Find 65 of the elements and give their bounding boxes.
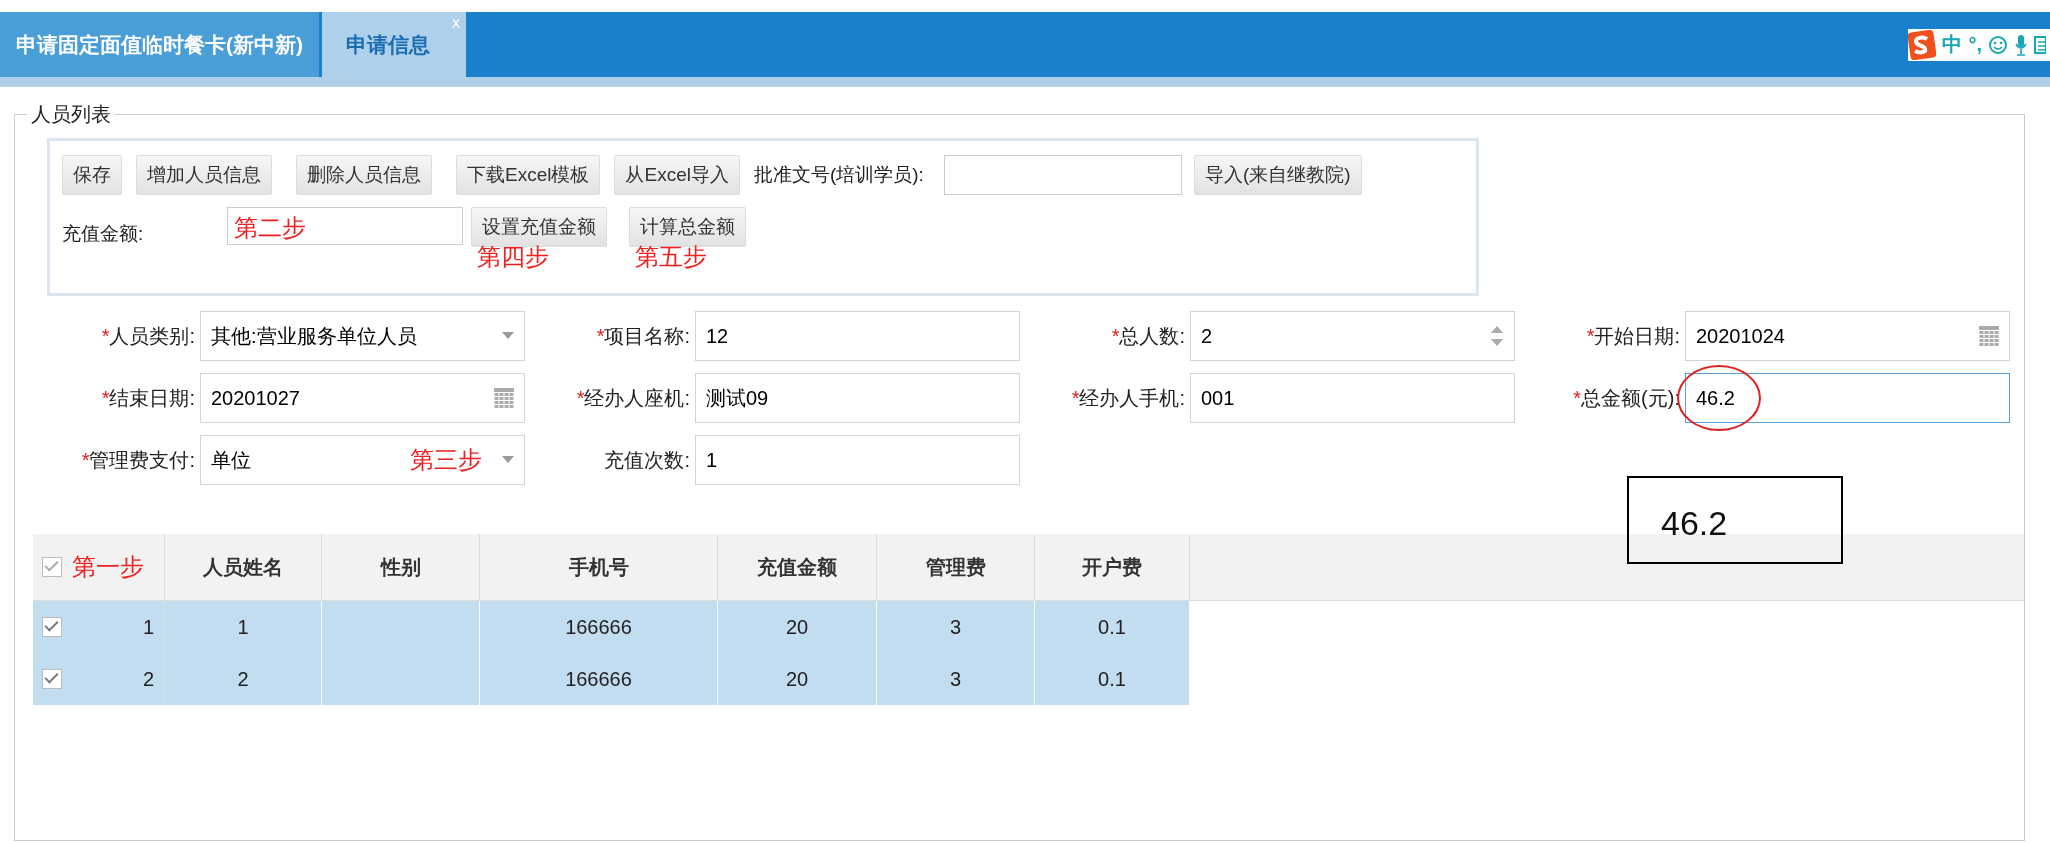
number-field[interactable]: 2 xyxy=(1190,311,1515,361)
table-cell: 166666 xyxy=(480,653,718,705)
value-callout: 46.2 xyxy=(1627,476,1843,564)
column-header[interactable]: 开户费 xyxy=(1035,534,1190,600)
calendar-icon xyxy=(494,388,514,408)
field-label: *总人数: xyxy=(1110,323,1185,349)
input-field[interactable]: 001 xyxy=(1190,373,1515,423)
table-cell: 166666 xyxy=(480,601,718,653)
column-header[interactable]: 充值金额 xyxy=(718,534,877,600)
field-label: *结束日期: xyxy=(100,385,195,411)
panel-legend: 人员列表 xyxy=(27,101,115,128)
table-cell: 0.1 xyxy=(1035,601,1190,653)
input-field[interactable]: 测试09 xyxy=(695,373,1020,423)
table-cell: 0.1 xyxy=(1035,653,1190,705)
row-checkbox[interactable] xyxy=(41,617,62,637)
field-label: *项目名称: xyxy=(595,323,690,349)
row-number: 1 xyxy=(70,601,165,653)
step-note: 第一步 xyxy=(72,552,144,582)
field-label: *管理费支付: xyxy=(80,447,195,473)
input-field[interactable]: 12 xyxy=(695,311,1020,361)
input-field[interactable]: 46.2 xyxy=(1685,373,2010,423)
microphone-icon[interactable] xyxy=(2014,33,2028,56)
dropdown-field[interactable]: 单位 第三步 xyxy=(200,435,525,485)
calendar-icon xyxy=(1979,326,1999,346)
field-label: *开始日期: xyxy=(1585,323,1680,349)
select-all-checkbox[interactable] xyxy=(41,557,62,577)
toolbar-button[interactable]: 从Excel导入 xyxy=(614,155,740,195)
toolbar-button[interactable]: 保存 xyxy=(62,155,122,195)
table-cell: 2 xyxy=(165,653,322,705)
caret-icon xyxy=(502,456,514,464)
row-checkbox[interactable] xyxy=(41,669,62,689)
toolbar-button[interactable]: 删除人员信息 xyxy=(296,155,432,195)
amount-field[interactable]: 第二步 xyxy=(227,207,463,245)
step-note: 第三步 xyxy=(410,445,482,475)
toolbar-button[interactable]: 下载Excel模板 xyxy=(456,155,601,195)
caret-icon xyxy=(502,332,514,340)
table-cell: 3 xyxy=(877,653,1035,705)
keyboard-icon[interactable] xyxy=(2034,35,2046,54)
date-field[interactable]: 20201027 xyxy=(200,373,525,423)
input-field[interactable]: 1 xyxy=(695,435,1020,485)
field-label: *总金额(元): xyxy=(1572,385,1680,411)
field-label: *经办人座机: xyxy=(575,385,690,411)
field-label: 充值次数: xyxy=(603,447,690,473)
column-header[interactable]: 手机号 xyxy=(480,534,718,600)
field-label: *人员类别: xyxy=(100,323,195,349)
table-cell: 1 xyxy=(165,601,322,653)
dropdown-field[interactable]: 其他:营业服务单位人员 xyxy=(200,311,525,361)
spinner-arrows-icon[interactable] xyxy=(1490,324,1504,348)
approval-field[interactable] xyxy=(943,155,1182,195)
smiley-icon[interactable] xyxy=(1988,34,2008,55)
import-button[interactable]: 导入(来自继教院) xyxy=(1193,155,1362,195)
column-header[interactable]: 管理费 xyxy=(877,534,1035,600)
approval-label: 批准文号(培训学员): xyxy=(753,163,924,187)
table-cell: 3 xyxy=(877,601,1035,653)
column-header[interactable]: 人员姓名 xyxy=(165,534,322,600)
field-label: *经办人手机: xyxy=(1070,385,1185,411)
row-number: 2 xyxy=(70,653,165,705)
ime-logo-icon xyxy=(1908,29,1937,60)
date-field[interactable]: 20201024 xyxy=(1685,311,2010,361)
table-cell: 20 xyxy=(718,653,877,705)
toolbar-button[interactable]: 增加人员信息 xyxy=(136,155,272,195)
table-cell: 20 xyxy=(718,601,877,653)
step-note: 第二步 xyxy=(234,214,306,241)
column-header[interactable]: 性别 xyxy=(322,534,480,600)
amount-label: 充值金额: xyxy=(62,222,145,246)
